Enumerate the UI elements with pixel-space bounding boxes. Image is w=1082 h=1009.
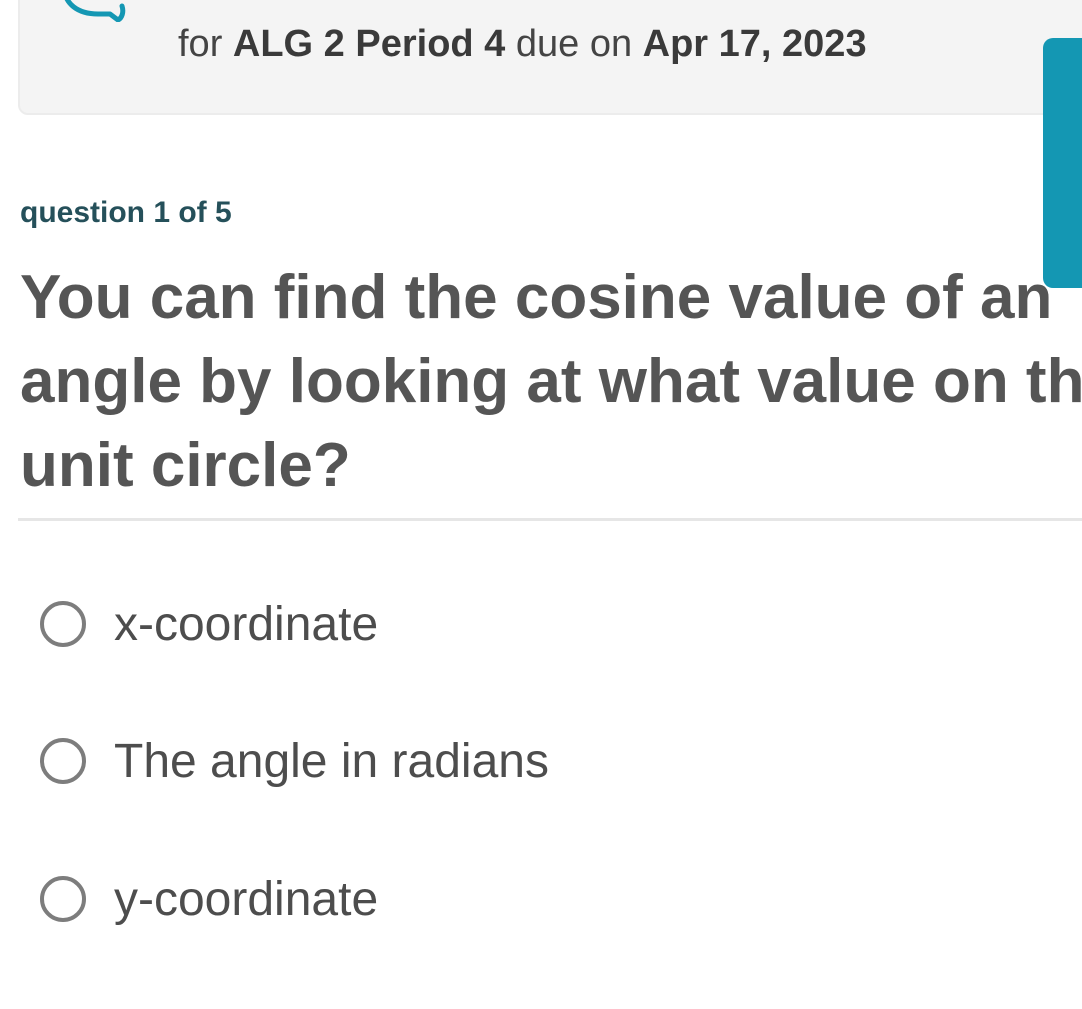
prompt-line: You can find the cosine value of an (20, 263, 1053, 332)
side-panel-tab[interactable] (1043, 38, 1082, 288)
radio-button[interactable] (40, 876, 86, 922)
question-counter: question 1 of 5 (20, 196, 232, 229)
due-prefix: for (178, 23, 233, 65)
divider (18, 518, 1082, 521)
due-info: for ALG 2 Period 4 due on Apr 17, 2023 (178, 22, 867, 66)
class-name: ALG 2 Period 4 (232, 23, 506, 65)
choice-label: y-coordinate (114, 872, 379, 926)
choice-label: x-coordinate (114, 597, 379, 651)
choice-label: The angle in radians (114, 734, 549, 788)
answer-choice-angle-in-radians[interactable]: The angle in radians (40, 733, 549, 789)
radio-button[interactable] (40, 601, 86, 647)
prompt-line: unit circle? (20, 431, 351, 500)
chat-bubble-icon (64, 0, 126, 22)
prompt-line: angle by looking at what value on the (20, 347, 1082, 416)
question-prompt: You can find the cosine value of an angl… (20, 256, 1082, 508)
answer-choice-y-coordinate[interactable]: y-coordinate (40, 871, 378, 927)
due-label: due on (505, 23, 643, 65)
due-date: Apr 17, 2023 (642, 23, 867, 65)
radio-button[interactable] (40, 738, 86, 784)
answer-choice-x-coordinate[interactable]: x-coordinate (40, 596, 378, 652)
